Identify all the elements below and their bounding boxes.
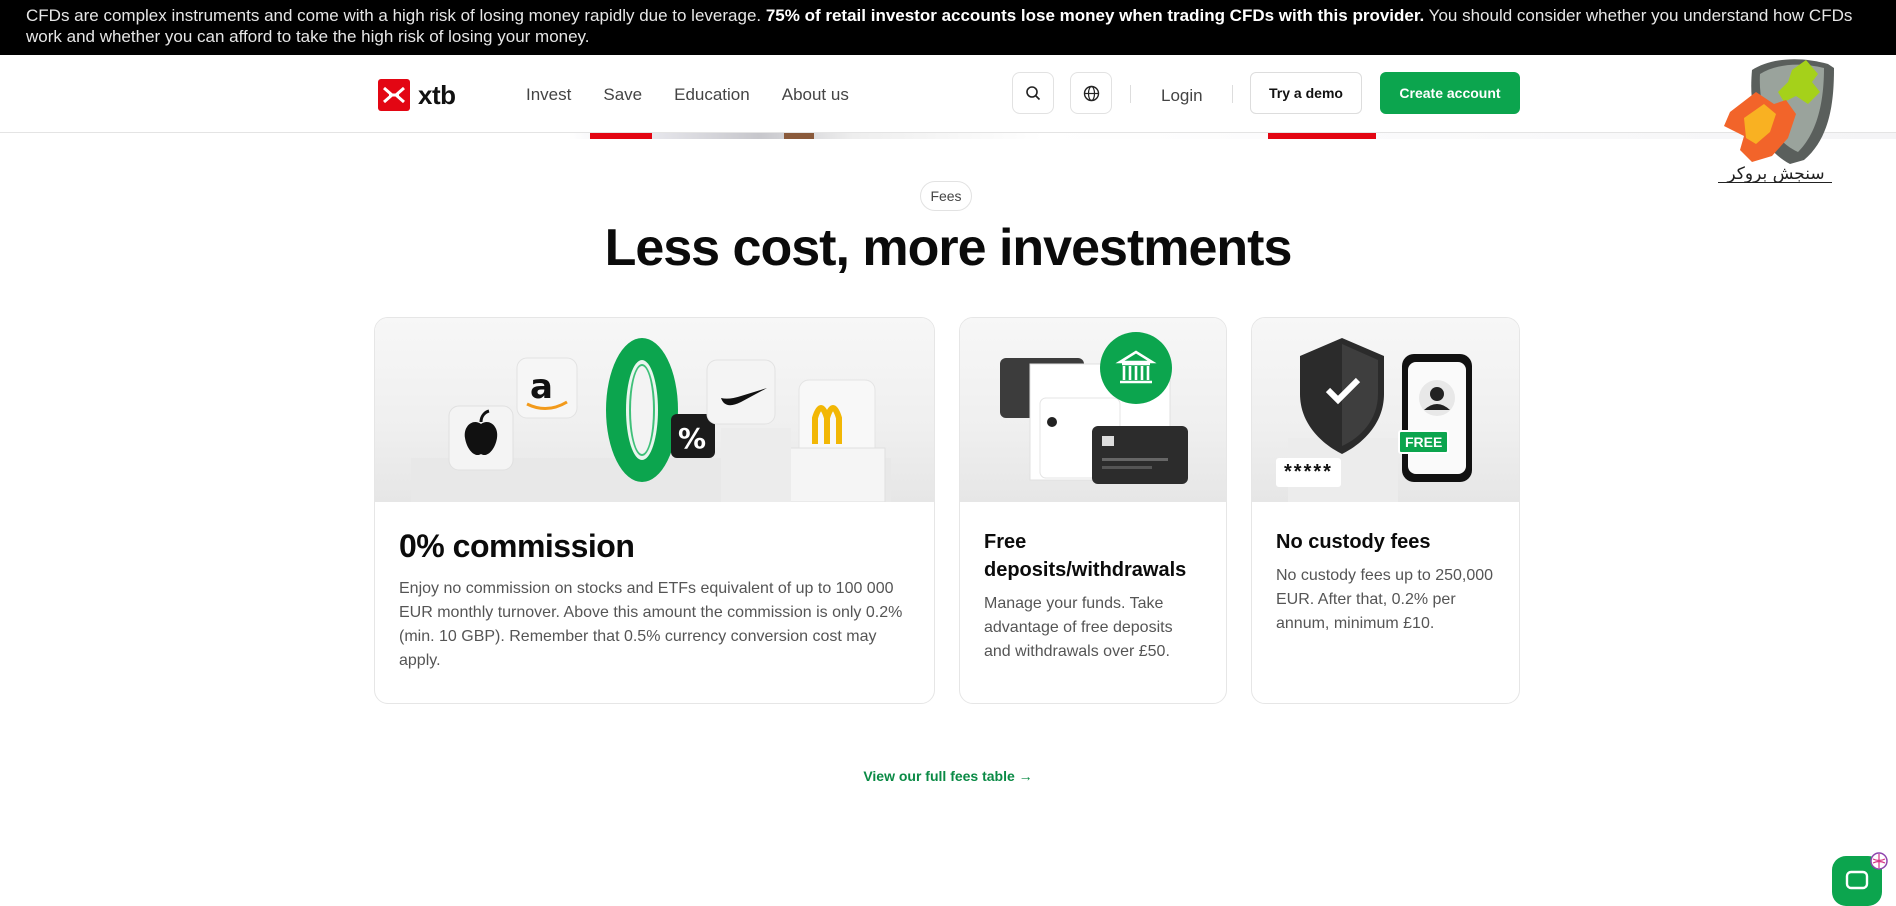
- percent-icon: %: [678, 422, 706, 455]
- logo-text: xtb: [418, 79, 456, 110]
- header-divider: [1232, 85, 1233, 103]
- svg-text:a: a: [530, 367, 553, 407]
- card-free-deposits: Free deposits/withdrawals Manage your fu…: [959, 317, 1227, 704]
- search-icon: [1026, 86, 1041, 101]
- card-description: Manage your funds. Take advantage of fre…: [984, 595, 1173, 660]
- header-divider: [1130, 85, 1131, 103]
- password-mask: *****: [1276, 458, 1341, 487]
- xtb-logo[interactable]: xtb: [378, 79, 456, 111]
- watermark-text: سنجش بروکر: [1727, 164, 1825, 184]
- nav-save[interactable]: Save: [603, 85, 642, 105]
- card-title: 0% commission: [399, 528, 635, 564]
- risk-text-bold: 75% of retail investor accounts lose mon…: [765, 6, 1425, 25]
- site-header: xtb Invest Save Education About us Login…: [0, 55, 1896, 133]
- nav-education[interactable]: Education: [674, 85, 750, 105]
- custody-illustration: FREE *****: [1252, 318, 1519, 502]
- deposits-illustration: [960, 318, 1226, 502]
- fees-tag: Fees: [920, 181, 972, 211]
- chat-icon: [1845, 870, 1869, 890]
- card-description: No custody fees up to 250,000 EUR. After…: [1276, 567, 1494, 632]
- full-fees-table-link[interactable]: View our full fees table →: [0, 768, 1896, 784]
- xtb-logo-mark-icon: [378, 79, 410, 111]
- language-button[interactable]: [1070, 72, 1112, 114]
- nav-about-us[interactable]: About us: [782, 85, 849, 105]
- card-description: Enjoy no commission on stocks and ETFs e…: [399, 580, 903, 669]
- extension-brain-icon[interactable]: [1870, 852, 1888, 870]
- card-no-custody-fees: FREE ***** No custody fees No custody fe…: [1251, 317, 1520, 704]
- card-zero-commission: a % 0% commission Enjoy no commission on…: [374, 317, 935, 704]
- nav-invest[interactable]: Invest: [526, 85, 571, 105]
- commission-illustration: a %: [375, 318, 934, 503]
- broker-watermark-logo: سنجش بروکر: [1700, 52, 1850, 192]
- main-nav: Invest Save Education About us: [526, 85, 849, 105]
- section-title: Less cost, more investments: [604, 219, 1293, 277]
- create-account-button[interactable]: Create account: [1380, 72, 1520, 114]
- card-title: Free deposits/withdrawals: [984, 531, 1187, 581]
- try-demo-button[interactable]: Try a demo: [1250, 72, 1362, 114]
- globe-icon: [1083, 85, 1099, 101]
- risk-text: CFDs are complex instruments and come wi…: [26, 6, 766, 25]
- free-badge: FREE: [1398, 430, 1450, 454]
- login-link[interactable]: Login: [1161, 86, 1203, 106]
- risk-warning-banner: CFDs are complex instruments and come wi…: [0, 0, 1896, 55]
- card-title: No custody fees: [1276, 531, 1431, 553]
- hero-image-edge: [0, 133, 1896, 139]
- search-button[interactable]: [1012, 72, 1054, 114]
